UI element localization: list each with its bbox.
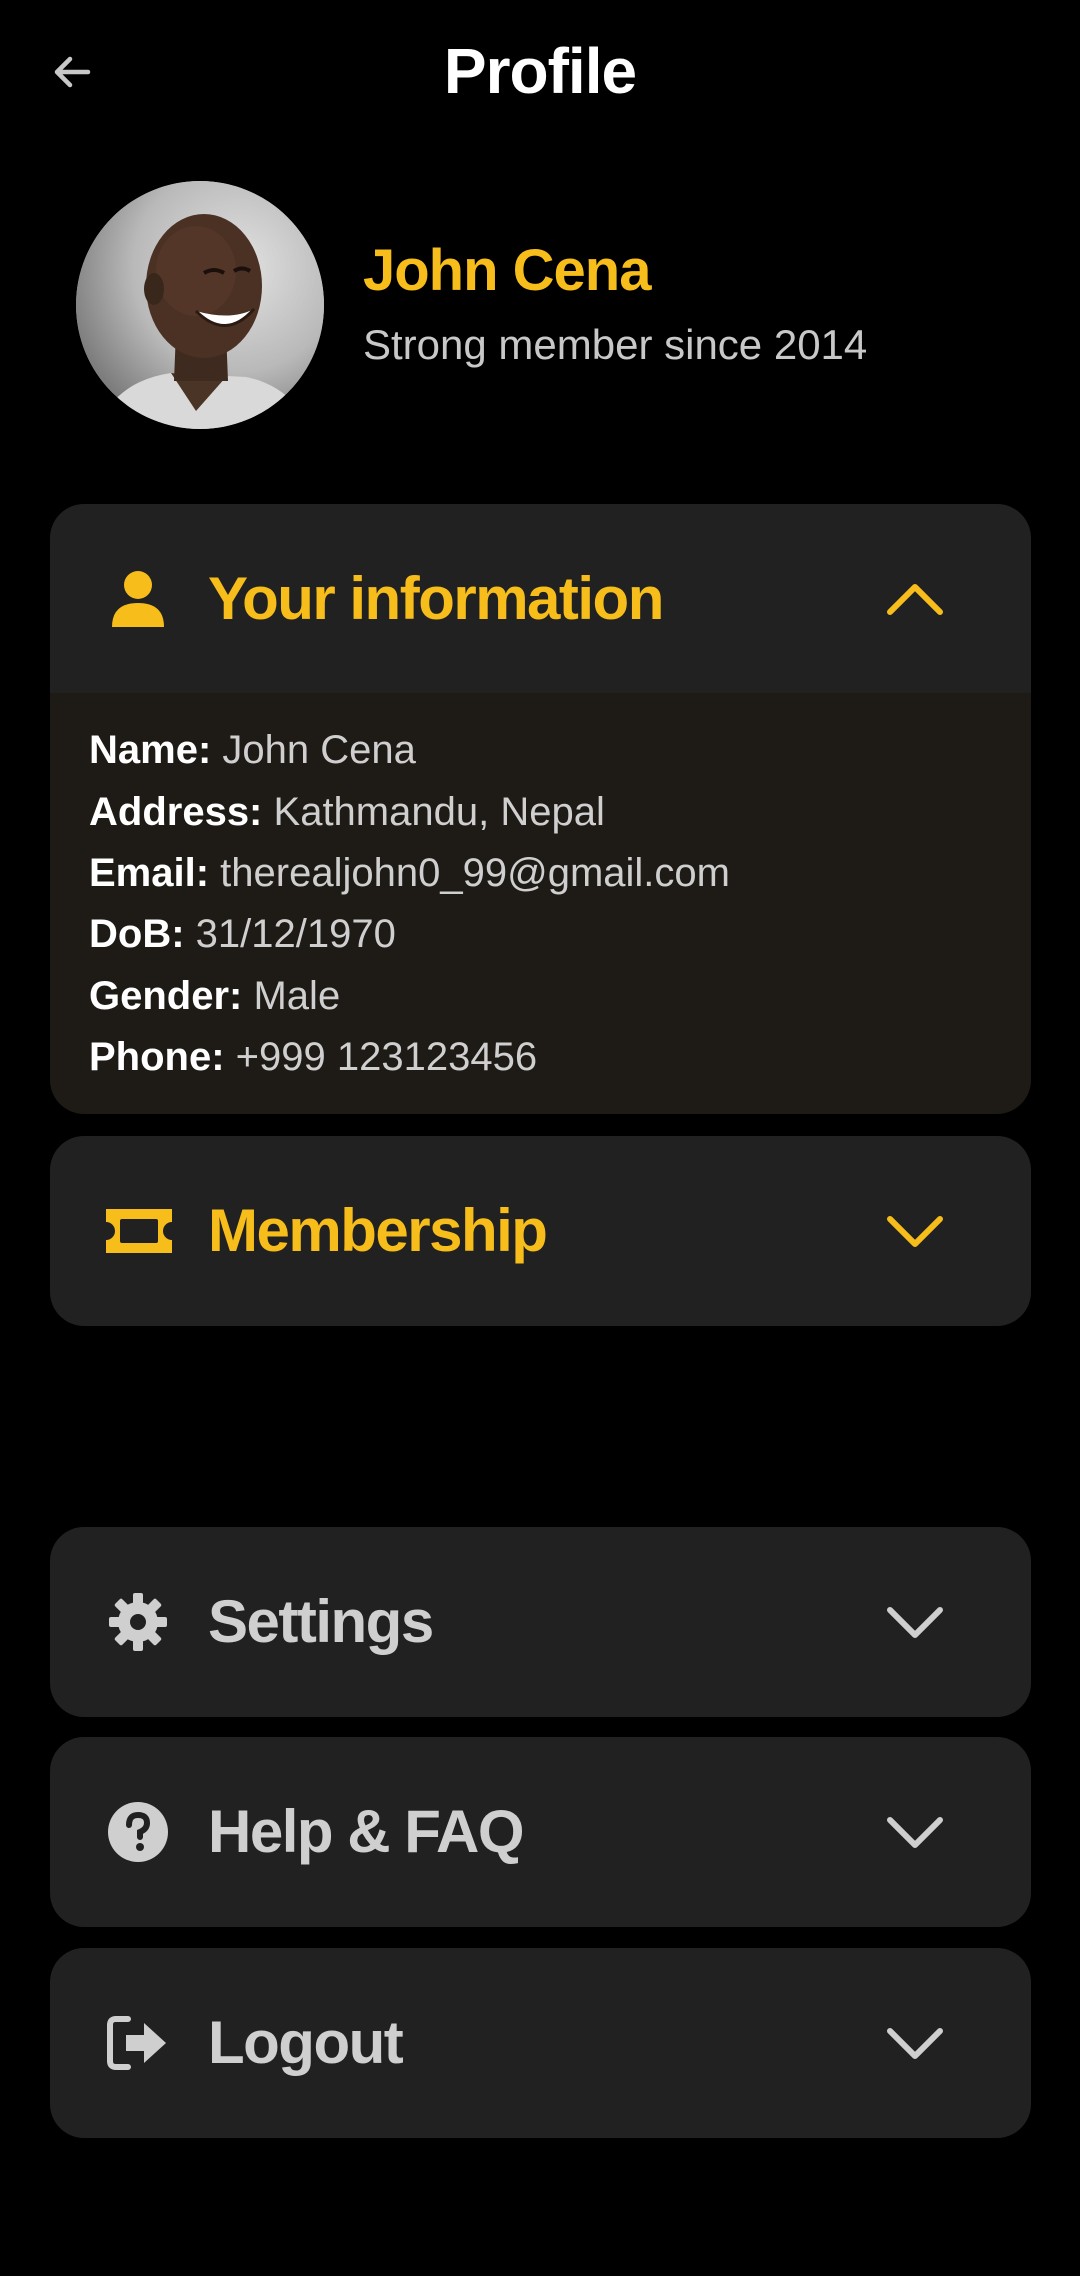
your-information-details: Name: John Cena Address: Kathmandu, Nepa… [50,693,1031,1114]
info-row-gender: Gender: Male [89,974,340,1019]
info-label: DoB: [89,912,185,956]
info-value: 31/12/1970 [195,912,396,956]
info-value: John Cena [222,728,416,772]
gear-icon [106,1590,170,1654]
chevron-down-icon[interactable] [880,1797,950,1867]
chevron-down-icon[interactable] [880,1196,950,1266]
logout-section[interactable]: Logout [50,1948,1031,2138]
info-value: Kathmandu, Nepal [273,790,605,834]
your-information-header[interactable]: Your information [50,504,1031,693]
info-row-address: Address: Kathmandu, Nepal [89,790,605,835]
ticket-icon [102,1199,176,1263]
membership-section[interactable]: Membership [50,1136,1031,1326]
settings-section[interactable]: Settings [50,1527,1031,1717]
logout-header[interactable]: Logout [50,1948,1031,2138]
chevron-up-icon[interactable] [880,564,950,634]
your-information-title: Your information [208,565,664,632]
chevron-down-icon[interactable] [880,1587,950,1657]
settings-title: Settings [208,1588,434,1655]
membership-title: Membership [208,1197,548,1264]
page-title: Profile [443,35,637,107]
info-row-phone: Phone: +999 123123456 [89,1035,537,1080]
app-header: Profile [0,0,1080,145]
logout-icon [106,2011,170,2075]
info-row-dob: DoB: 31/12/1970 [89,912,396,957]
help-faq-title: Help & FAQ [208,1798,525,1865]
help-faq-section[interactable]: Help & FAQ [50,1737,1031,1927]
info-label: Phone: [89,1035,225,1079]
user-name: John Cena [363,238,651,303]
info-row-name: Name: John Cena [89,728,416,773]
member-since-text: Strong member since 2014 [363,321,868,368]
question-circle-icon [106,1800,170,1864]
info-label: Address: [89,790,263,834]
info-label: Gender: [89,974,243,1018]
info-value: Male [253,974,341,1018]
info-label: Email: [89,851,210,895]
info-value: +999 123123456 [235,1035,538,1079]
info-row-email: Email: therealjohn0_99@gmail.com [89,851,730,896]
help-faq-header[interactable]: Help & FAQ [50,1737,1031,1927]
membership-header[interactable]: Membership [50,1136,1031,1326]
profile-summary: John Cena Strong member since 2014 [76,181,1006,431]
chevron-down-icon[interactable] [880,2008,950,2078]
info-value: therealjohn0_99@gmail.com [220,851,730,895]
avatar[interactable] [76,181,324,429]
avatar-photo [76,181,324,429]
logout-title: Logout [208,2009,404,2076]
settings-header[interactable]: Settings [50,1527,1031,1717]
person-icon [106,567,170,631]
info-label: Name: [89,728,212,772]
